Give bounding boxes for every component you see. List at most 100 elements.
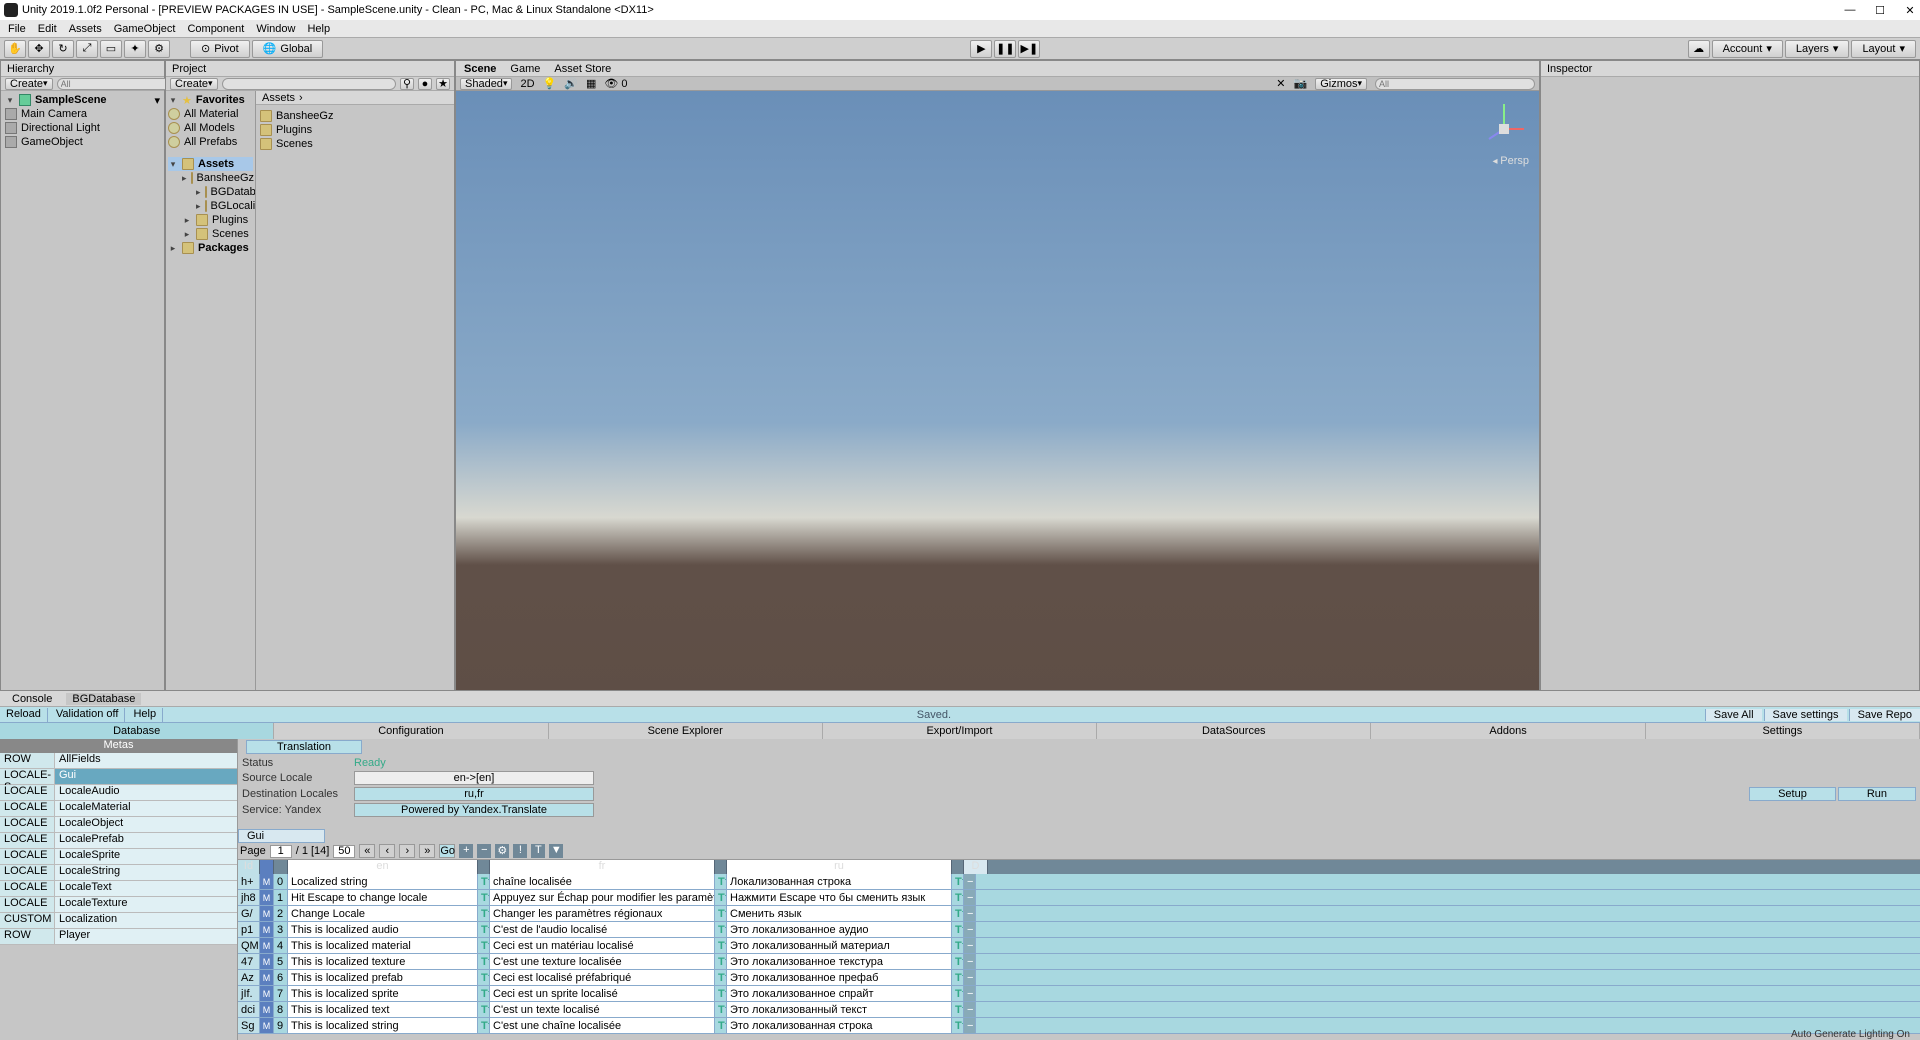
minimize-icon[interactable]: — [1844,4,1856,17]
cell-fr[interactable]: C'est un texte localisé [490,1002,715,1017]
translate-icon[interactable]: T⁺ [952,986,964,1001]
packages-label[interactable]: Packages [198,242,249,254]
cell-fr[interactable]: Changer les paramètres régionaux [490,906,715,921]
delete-row-icon[interactable]: − [964,922,976,937]
validation-button[interactable]: Validation off [50,708,126,722]
cell-ru[interactable]: Это локализованное аудио [727,922,952,937]
play-button[interactable]: ▶ [970,40,992,58]
create-dropdown[interactable]: Create ▾ [5,78,53,90]
main-tab-settings[interactable]: Settings [1646,723,1920,739]
global-toggle[interactable]: 🌐 Global [252,40,324,58]
menu-window[interactable]: Window [256,23,295,35]
meta-name[interactable]: LocaleText [55,881,237,896]
hierarchy-item[interactable]: GameObject [21,136,83,148]
setup-button[interactable]: Setup [1749,787,1836,801]
shaded-dropdown[interactable]: Shaded ▾ [460,78,512,90]
project-tree-item[interactable]: Scenes [212,228,249,240]
hand-tool-icon[interactable]: ✋ [4,40,26,58]
2d-toggle[interactable]: 2D [520,78,534,90]
delete-row-icon[interactable]: − [964,986,976,1001]
delete-row-icon[interactable]: − [964,1018,976,1033]
inspector-tab[interactable]: Inspector [1547,63,1592,75]
meta-name[interactable]: AllFields [55,753,237,768]
meta-name[interactable]: Localization [55,913,237,928]
pivot-toggle[interactable]: ⊙ Pivot [190,40,250,58]
translate-icon[interactable]: T⁺ [952,874,964,889]
menu-help[interactable]: Help [307,23,330,35]
cell-fr[interactable]: C'est une chaîne localisée [490,1018,715,1033]
project-tree-item[interactable]: BGDatab [211,186,256,198]
filter-icon[interactable]: ★ [436,78,450,90]
menu-gameobject[interactable]: GameObject [114,23,176,35]
source-locale-dropdown[interactable]: en->[en] [354,771,594,785]
cell-en[interactable]: This is localized prefab [288,970,478,985]
filter-icon[interactable]: ⚲ [400,78,414,90]
bgdatabase-tab[interactable]: BGDatabase [66,693,141,705]
translate-icon[interactable]: T⁺ [715,874,727,889]
translate-icon[interactable]: T⁺ [952,970,964,985]
translate-icon[interactable]: T⁺ [478,922,490,937]
favorites-label[interactable]: Favorites [196,94,245,106]
meta-name[interactable]: LocaleObject [55,817,237,832]
audio-toggle-icon[interactable]: 🔊 [564,77,578,90]
page-size-input[interactable] [333,845,355,858]
meta-name[interactable]: LocaleString [55,865,237,880]
save-all-button[interactable]: Save All [1705,709,1762,721]
m-icon[interactable]: M [260,970,274,985]
help-button[interactable]: Help [127,708,163,722]
delete-row-icon[interactable]: − [964,1002,976,1017]
main-tab-datasources[interactable]: DataSources [1097,723,1371,739]
meta-name[interactable]: Gui [55,769,237,784]
go-button[interactable]: Go [439,844,455,858]
col-fr[interactable]: fr [490,860,715,874]
gui-tab[interactable]: Gui [238,829,325,843]
game-tab[interactable]: Game [510,63,540,75]
cell-ru[interactable]: Это локализованное текстура [727,954,952,969]
meta-name[interactable]: LocaleSprite [55,849,237,864]
hierarchy-item[interactable]: Main Camera [21,108,87,120]
cell-ru[interactable]: Это локализованная строка [727,1018,952,1033]
delete-row-icon[interactable]: − [964,954,976,969]
table-row[interactable]: jIf. M 7 This is localized sprite T⁺ Cec… [238,986,1920,1002]
translate-icon[interactable]: T⁺ [715,922,727,937]
project-tab[interactable]: Project [172,63,206,75]
translate-icon[interactable]: T⁺ [478,970,490,985]
assets-label[interactable]: Assets [198,158,234,170]
menu-assets[interactable]: Assets [69,23,102,35]
scene-name[interactable]: SampleScene [35,94,107,106]
translate-icon[interactable]: T⁺ [952,1002,964,1017]
hierarchy-item[interactable]: Directional Light [21,122,100,134]
fx-toggle-icon[interactable]: ▦ [586,77,596,90]
cell-fr[interactable]: Ceci est un matériau localisé [490,938,715,953]
cell-en[interactable]: Change Locale [288,906,478,921]
project-tree-item[interactable]: BGLocali [211,200,256,212]
col-ru[interactable]: ru [727,860,952,874]
account-dropdown[interactable]: Account ▾ [1712,40,1783,58]
table-row[interactable]: p1 M 3 This is localized audio T⁺ C'est … [238,922,1920,938]
delete-row-icon[interactable]: − [964,938,976,953]
breadcrumb[interactable]: Assets [262,92,295,104]
cell-en[interactable]: This is localized material [288,938,478,953]
filter-icon[interactable]: ● [418,78,432,90]
menu-edit[interactable]: Edit [38,23,57,35]
page-input[interactable] [270,845,292,858]
custom-tool-icon[interactable]: ⚙ [148,40,170,58]
main-tab-database[interactable]: Database [0,723,274,739]
menu-file[interactable]: File [8,23,26,35]
delete-row-icon[interactable]: − [964,906,976,921]
cell-fr[interactable]: C'est une texture localisée [490,954,715,969]
translate-icon[interactable]: T⁺ [478,890,490,905]
meta-name[interactable]: LocaleAudio [55,785,237,800]
fav-item[interactable]: All Models [184,122,235,134]
delete-row-icon[interactable]: − [964,890,976,905]
translate-icon[interactable]: T⁺ [478,906,490,921]
translate-icon[interactable]: T⁺ [952,954,964,969]
project-tree-item[interactable]: Plugins [212,214,248,226]
m-icon[interactable]: M [260,1018,274,1033]
translate-icon[interactable]: T⁺ [715,890,727,905]
create-dropdown[interactable]: Create ▾ [170,78,218,90]
cell-fr[interactable]: C'est de l'audio localisé [490,922,715,937]
translate-icon[interactable]: T [531,844,545,858]
remove-icon[interactable]: − [477,844,491,858]
hidden-icon[interactable]: 👁 0 [604,77,627,90]
